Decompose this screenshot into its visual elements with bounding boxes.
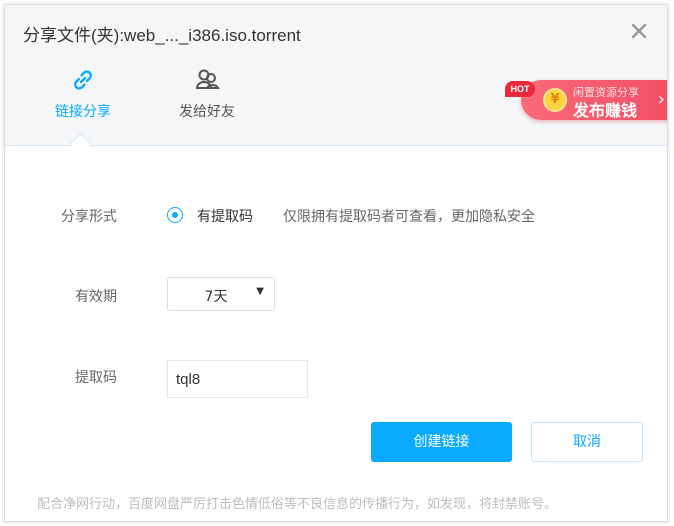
with-code-radio[interactable] — [167, 207, 183, 223]
friends-icon — [192, 65, 222, 95]
coin-icon: ¥ — [543, 88, 567, 112]
code-input[interactable] — [167, 360, 308, 398]
tab-link-share-label: 链接分享 — [55, 104, 111, 120]
close-icon[interactable] — [629, 21, 649, 41]
with-code-radio-label[interactable]: 有提取码 — [197, 206, 253, 226]
tab-send-friends[interactable]: 发给好友 — [157, 65, 257, 121]
share-type-hint: 仅限拥有提取码者可查看，更加隐私安全 — [283, 209, 535, 225]
validity-label: 有效期 — [75, 289, 117, 305]
policy-notice: 配合净网行动，百度网盘严厉打击色情低俗等不良信息的传播行为，如发现，将封禁账号。 — [37, 497, 558, 512]
share-dialog: 分享文件(夹):web_..._i386.iso.torrent 链接分享 发给… — [4, 4, 668, 522]
promo-banner[interactable]: ¥ 闲置资源分享 发布赚钱 › — [521, 80, 667, 120]
promo-title: 发布赚钱 — [573, 101, 638, 120]
validity-value: 7天 — [204, 289, 228, 305]
caret-down-icon: ▼ — [256, 286, 264, 297]
code-label: 提取码 — [75, 370, 117, 386]
tab-send-friends-label: 发给好友 — [179, 104, 235, 120]
share-type-label: 分享形式 — [61, 209, 117, 225]
chevron-right-icon: › — [657, 89, 665, 110]
link-icon — [68, 65, 98, 95]
create-link-button[interactable]: 创建链接 — [371, 422, 512, 462]
cancel-button[interactable]: 取消 — [531, 422, 643, 462]
dialog-title: 分享文件(夹):web_..._i386.iso.torrent — [23, 26, 301, 45]
dialog-header: 分享文件(夹):web_..._i386.iso.torrent 链接分享 发给… — [5, 5, 667, 146]
validity-select[interactable]: 7天 ▼ — [167, 277, 275, 311]
hot-badge: HOT — [505, 81, 535, 97]
tab-link-share[interactable]: 链接分享 — [33, 65, 133, 121]
